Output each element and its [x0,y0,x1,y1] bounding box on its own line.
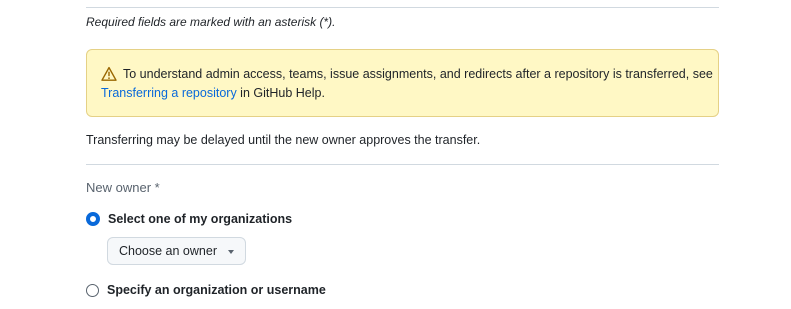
transferring-repository-link[interactable]: Transferring a repository [101,86,237,100]
required-fields-note: Required fields are marked with an aster… [86,15,336,29]
choose-owner-dropdown[interactable]: Choose an owner [107,237,246,265]
radio-label-select-organization: Select one of my organizations [108,212,293,226]
transfer-delay-note: Transferring may be delayed until the ne… [86,133,481,147]
radio-specify-owner[interactable]: Specify an organization or username [86,281,326,299]
transfer-repository-page: Required fields are marked with an aster… [0,0,791,309]
divider [86,164,719,165]
radio-label-specify-owner: Specify an organization or username [107,283,326,297]
divider [86,7,719,8]
radio-button-checked[interactable] [86,212,100,226]
choose-owner-label: Choose an owner [119,244,217,258]
warning-text-continued: Transferring a repository in GitHub Help… [101,85,325,101]
radio-button-unchecked[interactable] [86,283,99,297]
warning-text-suffix: in GitHub Help. [236,86,325,100]
triangle-down-icon [228,250,234,254]
alert-icon [101,66,117,82]
radio-select-organization[interactable]: Select one of my organizations [86,210,292,228]
warning-text: To understand admin access, teams, issue… [123,67,713,81]
warning-banner: To understand admin access, teams, issue… [86,49,719,117]
new-owner-label: New owner * [86,180,160,195]
